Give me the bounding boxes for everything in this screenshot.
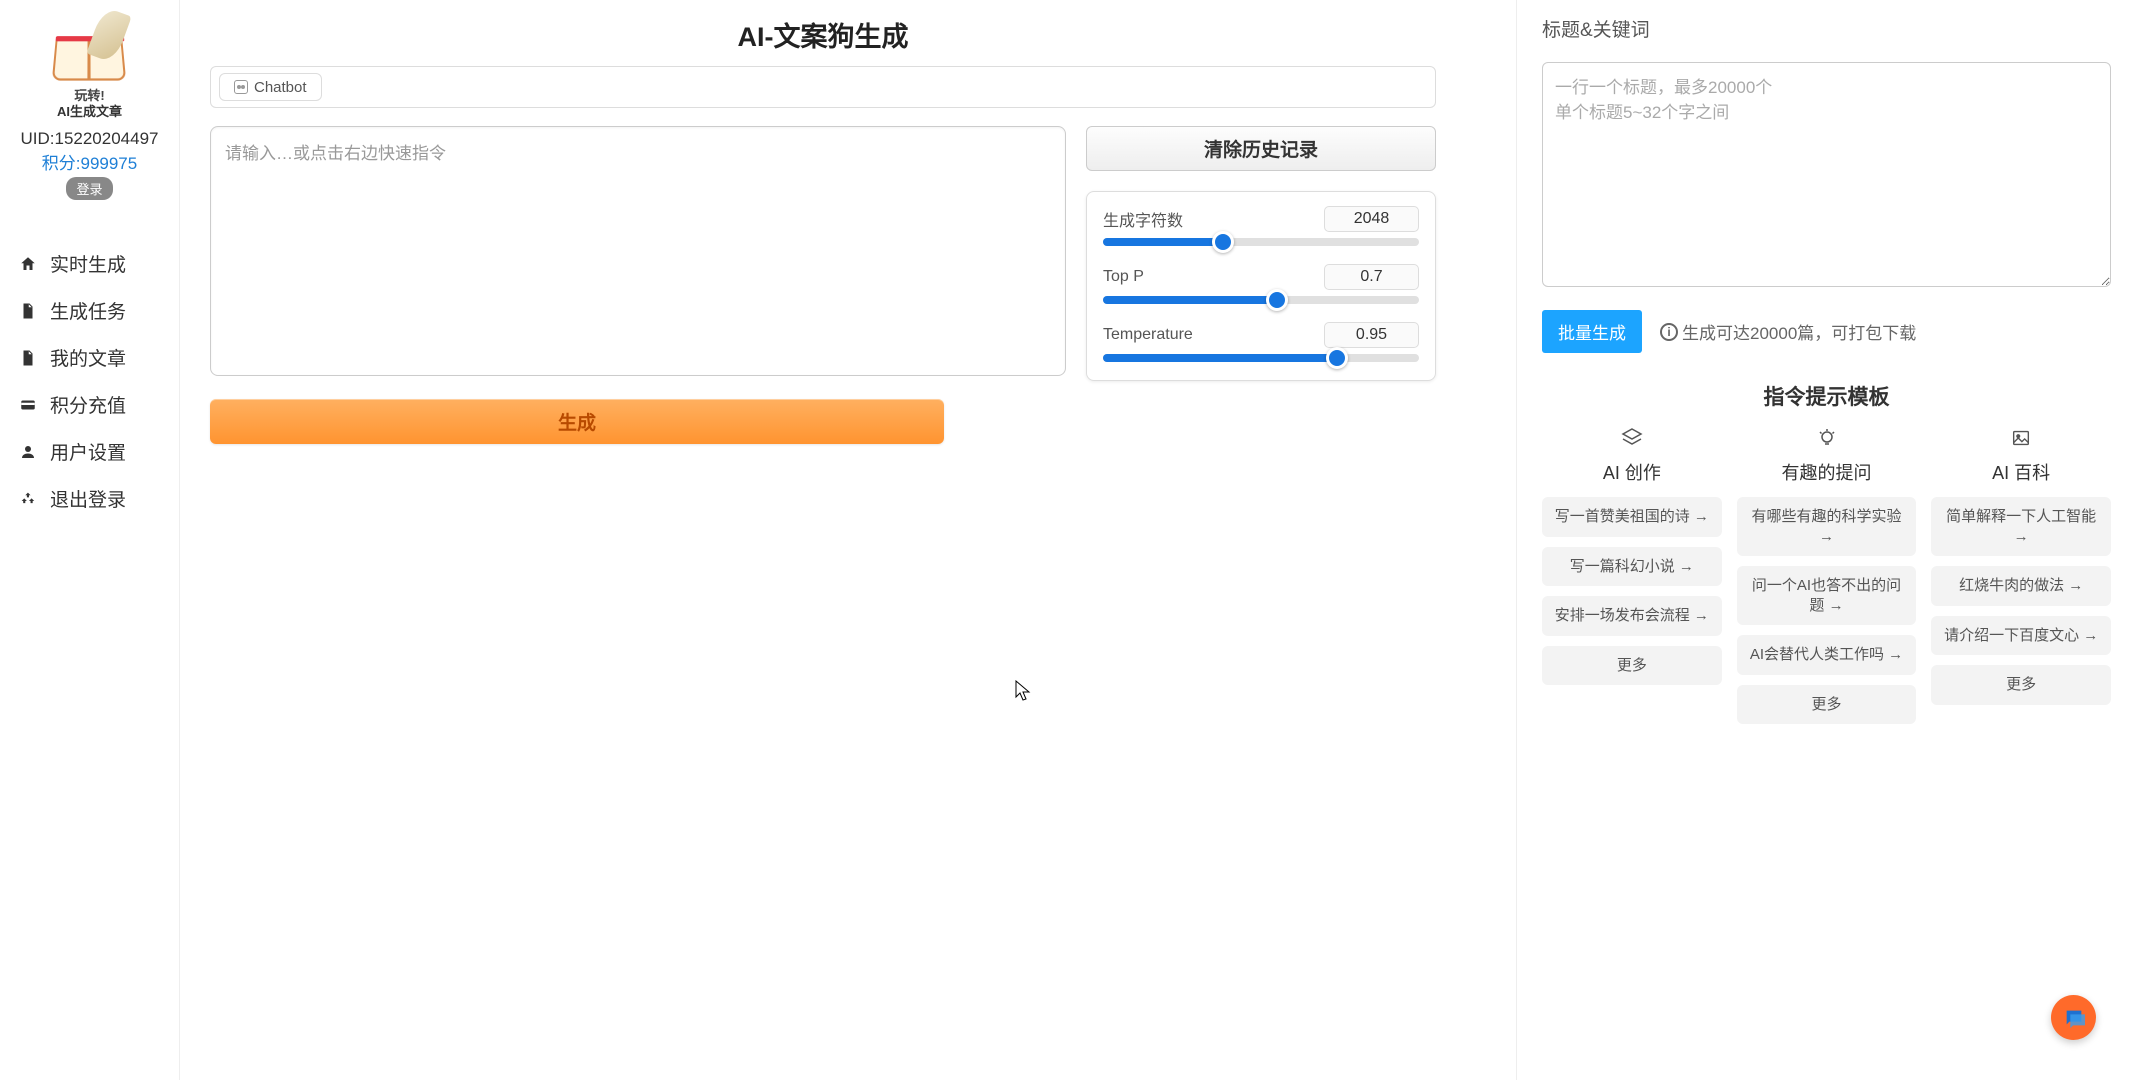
uid-label: UID:15220204497 (20, 129, 158, 149)
nav-user-settings[interactable]: 用户设置 (0, 428, 179, 475)
login-badge[interactable]: 登录 (66, 177, 112, 200)
nav-label: 退出登录 (50, 485, 126, 512)
file-icon (18, 301, 38, 321)
card-icon (18, 395, 38, 415)
clear-history-button[interactable]: 清除历史记录 (1086, 126, 1436, 171)
chatbot-tab-label: Chatbot (254, 79, 307, 96)
slider-top-p: Top P 0.7 (1103, 264, 1419, 304)
slider-value[interactable]: 0.95 (1324, 322, 1419, 348)
batch-generate-button[interactable]: 批量生成 (1542, 310, 1642, 353)
slider-track[interactable] (1103, 238, 1419, 246)
home-icon (18, 254, 38, 274)
image-icon (2008, 425, 2034, 451)
template-item[interactable]: 问一个AI也答不出的问题 → (1737, 566, 1917, 625)
prompt-input[interactable] (210, 126, 1066, 376)
nav-label: 生成任务 (50, 297, 126, 324)
template-item[interactable]: 简单解释一下人工智能 → (1931, 497, 2111, 556)
logo-area: 玩转! AI生成文章 UID:15220204497 积分:999975 登录 (20, 10, 158, 200)
nav-label: 我的文章 (50, 344, 126, 371)
slider-thumb[interactable] (1326, 347, 1348, 369)
chatbot-tab-bar: Chatbot (210, 66, 1436, 108)
nav-my-articles[interactable]: 我的文章 (0, 334, 179, 381)
page-title: AI-文案狗生成 (210, 15, 1436, 54)
template-item[interactable]: 有哪些有趣的科学实验 → (1737, 497, 1917, 556)
slider-thumb[interactable] (1212, 231, 1234, 253)
nav-generate-task[interactable]: 生成任务 (0, 287, 179, 334)
slider-track[interactable] (1103, 354, 1419, 362)
slider-label: 生成字符数 (1103, 207, 1183, 231)
chatbot-tab[interactable]: Chatbot (219, 73, 322, 101)
nav-realtime-generate[interactable]: 实时生成 (0, 240, 179, 287)
template-more-button[interactable]: 更多 (1542, 646, 1722, 686)
template-item[interactable]: AI会替代人类工作吗 → (1737, 635, 1917, 675)
slider-temperature: Temperature 0.95 (1103, 322, 1419, 362)
template-item[interactable]: 写一首赞美祖国的诗 → (1542, 497, 1722, 537)
template-columns: AI 创作 写一首赞美祖国的诗 → 写一篇科幻小说 → 安排一场发布会流程 → … (1542, 425, 2111, 734)
chat-icon (2063, 1007, 2085, 1029)
nav-label: 实时生成 (50, 250, 126, 277)
user-icon (18, 442, 38, 462)
template-col-title: AI 百科 (1992, 459, 2050, 485)
template-col-title: 有趣的提问 (1782, 459, 1872, 485)
template-col-title: AI 创作 (1603, 459, 1661, 485)
slider-value[interactable]: 0.7 (1324, 264, 1419, 290)
points-label: 积分:999975 (42, 149, 137, 174)
generate-button[interactable]: 生成 (210, 399, 944, 444)
templates-title: 指令提示模板 (1542, 381, 2111, 411)
sliders-panel: 生成字符数 2048 Top P 0.7 (1086, 191, 1436, 381)
slider-value[interactable]: 2048 (1324, 206, 1419, 232)
slider-track[interactable] (1103, 296, 1419, 304)
nav-label: 积分充值 (50, 391, 126, 418)
chat-fab[interactable] (2051, 995, 2096, 1040)
nav-label: 用户设置 (50, 438, 126, 465)
template-item[interactable]: 请介绍一下百度文心 → (1931, 616, 2111, 656)
slider-label: Top P (1103, 268, 1144, 286)
file-icon (18, 348, 38, 368)
template-col-questions: 有趣的提问 有哪些有趣的科学实验 → 问一个AI也答不出的问题 → AI会替代人… (1737, 425, 1917, 734)
template-more-button[interactable]: 更多 (1737, 685, 1917, 725)
nav-recharge[interactable]: 积分充值 (0, 381, 179, 428)
nav-logout[interactable]: 退出登录 (0, 475, 179, 522)
recycle-icon (18, 489, 38, 509)
logo-text: 玩转! AI生成文章 (57, 88, 122, 119)
logo-icon (44, 10, 134, 85)
slider-char-count: 生成字符数 2048 (1103, 206, 1419, 246)
template-col-encyclopedia: AI 百科 简单解释一下人工智能 → 红烧牛肉的做法 → 请介绍一下百度文心 →… (1931, 425, 2111, 734)
right-panel: 标题&关键词 批量生成 i 生成可达20000篇，可打包下载 指令提示模板 AI… (1516, 0, 2136, 1080)
main-content: AI-文案狗生成 Chatbot 清除历史记录 生成字符数 2048 (180, 0, 1516, 1080)
layers-icon (1619, 425, 1645, 451)
right-section-label: 标题&关键词 (1542, 15, 2111, 42)
template-col-create: AI 创作 写一首赞美祖国的诗 → 写一篇科幻小说 → 安排一场发布会流程 → … (1542, 425, 1722, 734)
slider-thumb[interactable] (1266, 289, 1288, 311)
batch-note: i 生成可达20000篇，可打包下载 (1660, 319, 1916, 344)
template-item[interactable]: 红烧牛肉的做法 → (1931, 566, 2111, 606)
chatbot-icon (234, 80, 248, 94)
info-icon: i (1660, 323, 1678, 341)
nav: 实时生成 生成任务 我的文章 积分充值 用户设置 (0, 240, 179, 522)
sidebar: 玩转! AI生成文章 UID:15220204497 积分:999975 登录 … (0, 0, 180, 1080)
template-more-button[interactable]: 更多 (1931, 665, 2111, 705)
batch-note-text: 生成可达20000篇，可打包下载 (1682, 319, 1916, 344)
batch-titles-input[interactable] (1542, 62, 2111, 287)
slider-label: Temperature (1103, 326, 1193, 344)
template-item[interactable]: 安排一场发布会流程 → (1542, 596, 1722, 636)
template-item[interactable]: 写一篇科幻小说 → (1542, 547, 1722, 587)
lightbulb-icon (1814, 425, 1840, 451)
